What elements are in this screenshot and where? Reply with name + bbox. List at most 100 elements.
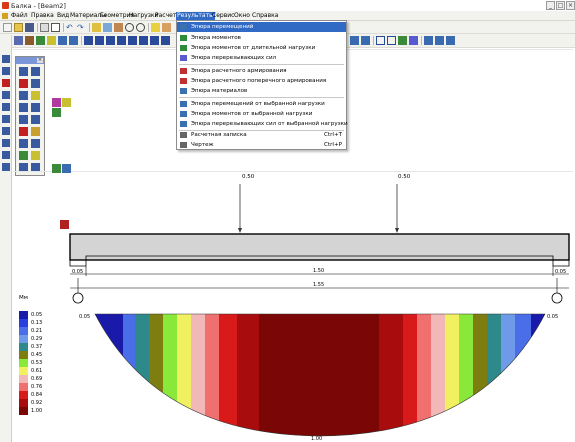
band-0.53 [163,314,177,436]
band-0.37 [487,314,501,436]
load-label-right: 0.50 [398,174,411,180]
legend-swatch [19,327,28,335]
long-term-moment-icon [180,45,187,51]
transverse-reinforcement-icon [180,78,187,84]
legend-value: 0.13 [31,320,43,326]
legend-value: 1.00 [31,408,43,414]
band-0.45 [473,314,487,436]
menu-item-drawing[interactable]: Чертеж Ctrl+P [177,140,346,150]
selected-load-shear-icon [180,121,187,127]
menu-item-transverse-reinforcement[interactable]: Эпюра расчетного поперечного армирования [177,76,346,86]
load-label-left: 0.50 [242,174,255,180]
menu-item-selected-load-moment[interactable]: Эпюра моментов от выбранной нагрузки [177,109,346,119]
band-0.05 [531,314,545,436]
legend-value: 0.21 [31,328,43,334]
materials-diagram-icon [180,88,187,94]
menu-item-selected-load-shear[interactable]: Эпюра перерезывающих сил от выбранной на… [177,119,348,129]
diagram-max-label: 1.00 [311,436,322,442]
legend-swatch [19,335,28,343]
legend-swatch [19,375,28,383]
band-0.37 [135,314,149,436]
band-0.61 [177,314,191,436]
menu-item-label: Эпюра расчетного поперечного армирования [191,78,327,84]
menu-item-shortcut: Ctrl+P [324,142,343,148]
legend-swatch [19,311,28,319]
legend-swatch [19,343,28,351]
band-0.21 [123,314,135,436]
legend-value: 0.84 [31,392,43,398]
legend-value: 0.61 [31,368,43,374]
legend-swatch [19,319,28,327]
moment-diagram-icon [180,35,187,41]
legend-swatch [19,367,28,375]
load-arrowhead-right [395,228,399,233]
selected-load-moment-icon [180,111,187,117]
legend-swatch [19,391,28,399]
band-0.92 [379,314,403,436]
band-0.76 [417,314,431,436]
legend-swatch [19,359,28,367]
diagram-left-label: 0.05 [79,314,90,320]
legend-value: 0.37 [31,344,43,350]
selected-load-displacement-icon [180,101,187,107]
menu-item-label: Расчетная записка [191,132,247,138]
legend-value: 0.29 [31,336,43,342]
legend-swatch [19,383,28,391]
load-arrowhead-left [238,228,242,233]
menu-item-label: Эпюра моментов от длительной нагрузки [191,45,316,51]
band-0.21 [515,314,531,436]
menu-item-label: Эпюра перемещений [191,24,254,30]
menu-item-label: Эпюра моментов [191,35,241,41]
menu-item-shear-force[interactable]: Эпюра перерезывающих сил [177,53,346,63]
span-inner-label: 1.50 [313,268,324,274]
band-0.45 [149,314,163,436]
menu-item-label: Чертеж [191,142,214,148]
legend-value: 0.69 [31,376,43,382]
menu-item-moment-diagram[interactable]: Эпюра моментов [177,33,346,43]
span-total-label: 1.55 [313,282,324,288]
legend-swatch [19,399,28,407]
menu-item-displacement-diagram[interactable]: Эпюра перемещений [177,22,346,32]
results-dropdown-menu: Эпюра перемещений Эпюра моментов Эпюра м… [176,20,348,150]
menu-item-label: Эпюра расчетного армирования [191,68,287,74]
legend-value: 0.92 [31,400,43,406]
shear-force-icon [180,55,187,61]
menu-item-shortcut: Ctrl+T [324,132,343,138]
band-0.69 [431,314,445,436]
drawing-icon [180,142,187,148]
band-0.61 [445,314,459,436]
menu-separator [179,97,344,98]
legend-swatch [19,407,28,415]
legend-value: 0.05 [31,312,43,318]
menu-item-label: Эпюра моментов от выбранной нагрузки [191,111,313,117]
menu-item-long-term-moment[interactable]: Эпюра моментов от длительной нагрузки [177,43,346,53]
legend-value: 0.76 [31,384,43,390]
reinforcement-icon [180,68,187,74]
band-1.00 [259,314,379,436]
menu-item-label: Эпюра материалов [191,88,248,94]
band-0.84 [219,314,237,436]
displacement-diagram-icon [180,24,187,30]
menu-item-label: Эпюра перерезывающих сил от выбранной на… [191,121,348,127]
band-0.29 [501,314,515,436]
legend-swatch [19,351,28,359]
left-support-icon[interactable] [72,292,84,304]
legend-title: Мм [19,295,28,301]
band-0.05 [95,314,123,436]
moment-diagram [95,314,545,436]
menu-separator [179,64,344,65]
diagram-right-label: 0.05 [547,314,558,320]
band-0.84 [403,314,417,436]
menu-item-reinforcement[interactable]: Эпюра расчетного армирования [177,66,346,76]
menu-item-selected-load-displacement[interactable]: Эпюра перемещений от выбранной нагрузки [177,99,346,109]
legend-value: 0.45 [31,352,43,358]
report-icon [180,132,187,138]
menu-item-label: Эпюра перерезывающих сил [191,55,277,61]
band-0.92 [237,314,259,436]
menu-item-materials-diagram[interactable]: Эпюра материалов [177,86,346,96]
menu-item-report[interactable]: Расчетная записка Ctrl+T [177,130,346,140]
band-0.53 [459,314,473,436]
right-support-icon[interactable] [551,292,563,304]
menu-item-label: Эпюра перемещений от выбранной нагрузки [191,101,325,107]
band-0.69 [191,314,205,436]
